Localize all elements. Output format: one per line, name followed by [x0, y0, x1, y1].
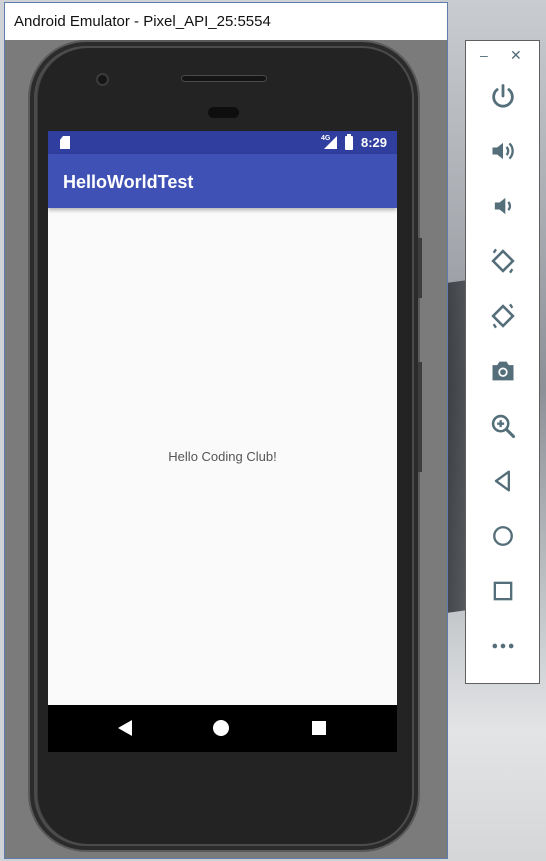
side-button-power[interactable] [418, 238, 422, 298]
rotate-right-icon [491, 303, 515, 329]
more-button[interactable] [485, 628, 521, 664]
camera-icon [492, 361, 514, 381]
volume-up-button[interactable] [485, 133, 521, 169]
app-bar: HelloWorldTest [48, 154, 397, 208]
volume-down-button[interactable] [485, 188, 521, 224]
navigation-bar [48, 705, 397, 752]
window-titlebar[interactable]: Android Emulator - Pixel_API_25:5554 [5, 3, 447, 40]
hello-text: Hello Coding Club! [168, 449, 277, 464]
recents-icon[interactable] [312, 721, 326, 735]
minimize-button[interactable]: – [480, 47, 488, 63]
back-button[interactable] [485, 463, 521, 499]
battery-charging-icon [345, 134, 353, 150]
zoom-in-icon [491, 414, 516, 439]
home-icon [493, 526, 513, 546]
more-icon [492, 643, 514, 649]
power-icon [492, 84, 514, 108]
earpiece-speaker [181, 75, 267, 82]
sd-card-icon [60, 136, 70, 149]
close-button[interactable]: ✕ [510, 47, 522, 64]
status-time: 8:29 [361, 135, 388, 150]
rotate-right-button[interactable] [485, 298, 521, 334]
back-icon [494, 470, 510, 492]
zoom-button[interactable] [485, 408, 521, 444]
screenshot-button[interactable] [485, 353, 521, 389]
home-button[interactable] [485, 518, 521, 554]
back-icon[interactable] [118, 720, 132, 736]
volume-up-icon [492, 142, 514, 160]
side-button-volume[interactable] [418, 362, 422, 472]
front-camera-icon [96, 73, 109, 86]
overview-icon [493, 581, 513, 601]
window-title: Android Emulator - Pixel_API_25:5554 [14, 13, 271, 30]
power-button[interactable] [485, 78, 521, 114]
home-icon[interactable] [213, 720, 229, 736]
rotate-left-icon [491, 248, 515, 274]
app-title: HelloWorldTest [63, 172, 194, 192]
volume-down-icon [494, 197, 512, 215]
panel-window-controls: – ✕ [466, 47, 539, 65]
device-screen[interactable]: 4G 8:29 HelloWorldTest Hello Coding Club… [48, 131, 397, 752]
rotate-left-button[interactable] [485, 243, 521, 279]
status-bar: 4G 8:29 [48, 131, 397, 154]
overview-button[interactable] [485, 573, 521, 609]
proximity-sensor [208, 107, 239, 118]
network-type: 4G [321, 135, 331, 142]
extended-controls-panel: – ✕ [465, 40, 540, 684]
